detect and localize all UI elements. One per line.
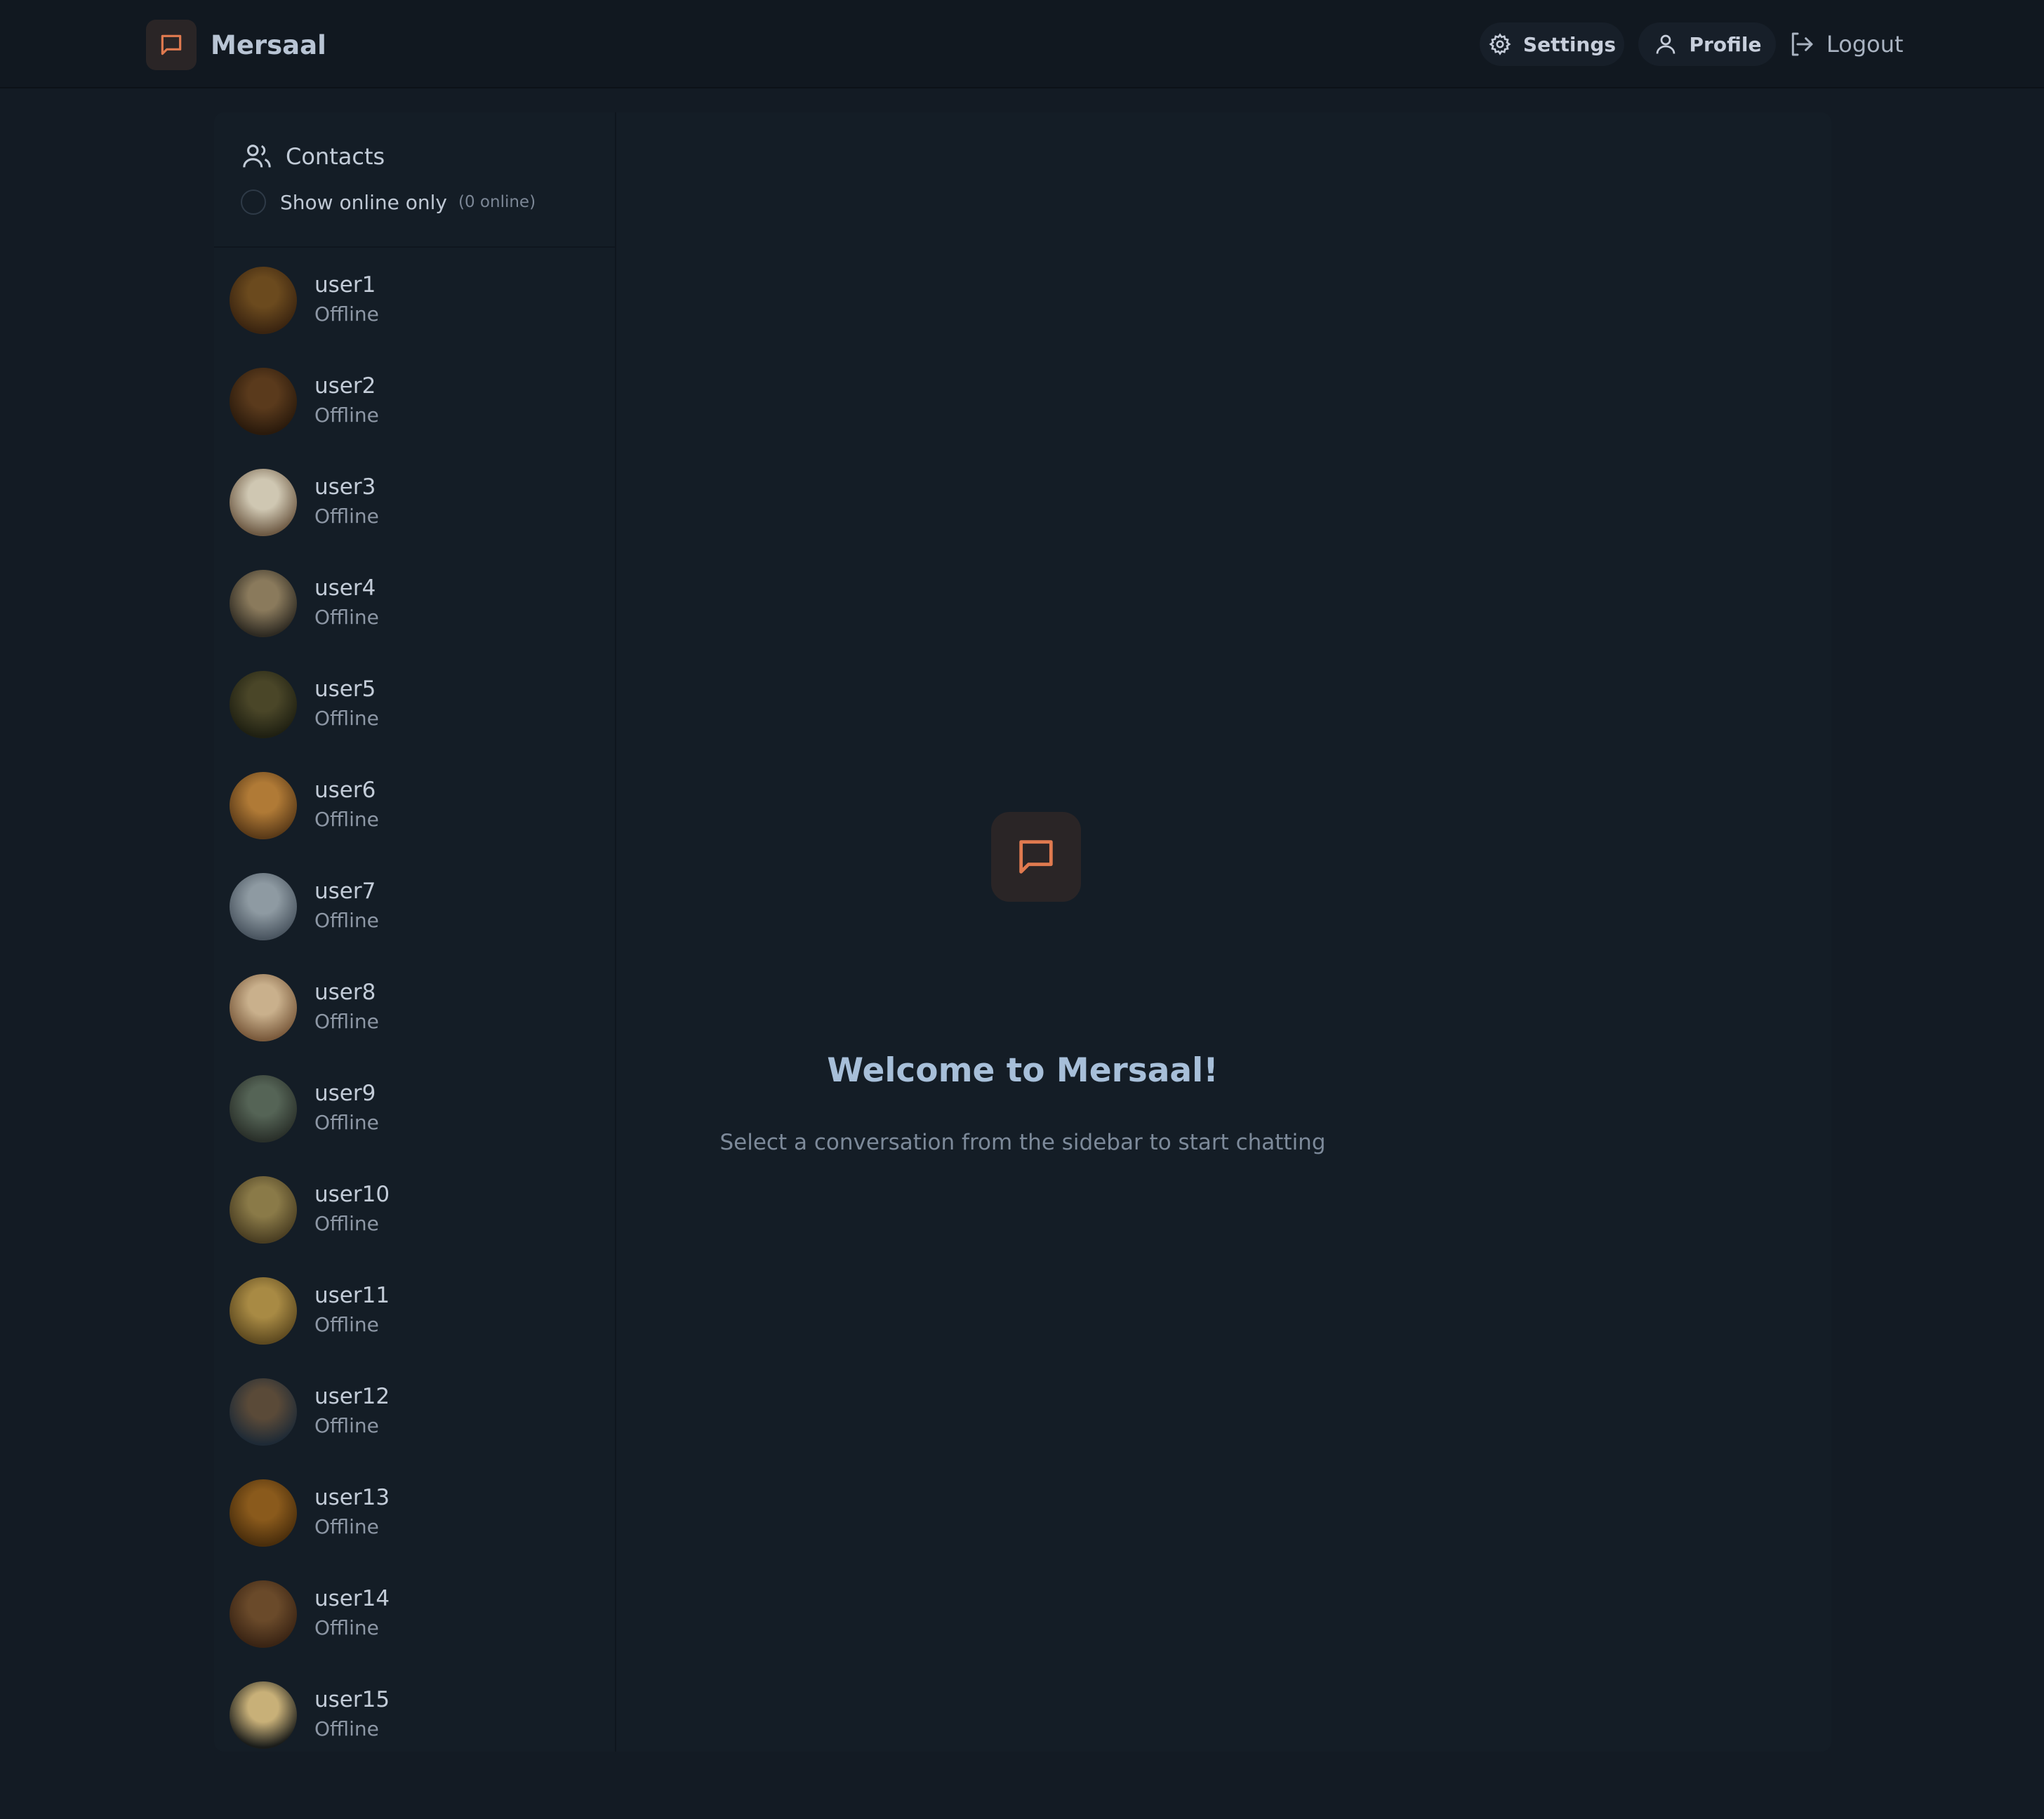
contact-name: user5: [314, 677, 376, 702]
top-navbar: Mersaal Settings Profile Logout: [0, 0, 2044, 88]
contact-status: Offline: [314, 808, 379, 831]
contact-name: user15: [314, 1687, 390, 1712]
contact-item[interactable]: user7 Offline: [214, 855, 615, 957]
contact-status: Offline: [314, 1313, 379, 1336]
contact-item[interactable]: user12 Offline: [214, 1361, 615, 1462]
contact-item[interactable]: user1 Offline: [214, 249, 615, 350]
settings-label: Settings: [1522, 32, 1617, 56]
contacts-heading: Contacts: [241, 140, 385, 173]
chat-bubble-icon: [991, 812, 1081, 902]
contact-name: user7: [314, 879, 376, 904]
contact-item[interactable]: user8 Offline: [214, 957, 615, 1058]
avatar: [230, 1176, 297, 1244]
contact-name: user8: [314, 980, 376, 1005]
avatar: [230, 469, 297, 536]
contact-item[interactable]: user3 Offline: [214, 451, 615, 552]
contact-status: Offline: [314, 1212, 379, 1235]
contact-item[interactable]: user13 Offline: [214, 1462, 615, 1563]
avatar: [230, 267, 297, 334]
avatar: [230, 772, 297, 839]
contact-name: user11: [314, 1283, 390, 1308]
online-only-checkbox[interactable]: [241, 189, 266, 215]
contact-item[interactable]: user2 Offline: [214, 350, 615, 451]
profile-button[interactable]: Profile: [1638, 22, 1776, 66]
contact-item[interactable]: user15 Offline: [214, 1664, 615, 1752]
avatar: [230, 368, 297, 435]
contact-status: Offline: [314, 606, 379, 629]
gear-icon: [1489, 33, 1511, 55]
contact-item[interactable]: user14 Offline: [214, 1563, 615, 1664]
contact-item[interactable]: user11 Offline: [214, 1260, 615, 1361]
contact-name: user10: [314, 1182, 390, 1207]
contact-status: Offline: [314, 302, 379, 326]
brand[interactable]: Mersaal: [146, 20, 326, 70]
avatar: [230, 974, 297, 1041]
logout-button[interactable]: Logout: [1787, 22, 1904, 66]
contact-status: Offline: [314, 1616, 379, 1639]
chat-bubble-icon: [146, 20, 197, 70]
online-count: (0 online): [458, 193, 536, 211]
contact-item[interactable]: user10 Offline: [214, 1159, 615, 1260]
user-icon: [1656, 34, 1675, 54]
contact-status: Offline: [314, 1515, 379, 1538]
contact-status: Offline: [314, 1717, 379, 1740]
contacts-title: Contacts: [286, 143, 385, 170]
sidebar: Contacts Show online only (0 online) use…: [214, 112, 616, 1752]
contact-name: user1: [314, 272, 376, 298]
contact-item[interactable]: user5 Offline: [214, 653, 615, 754]
avatar: [230, 1479, 297, 1547]
chat-container: Contacts Show online only (0 online) use…: [214, 112, 1831, 1752]
contact-status: Offline: [314, 909, 379, 932]
contact-name: user2: [314, 373, 376, 399]
contact-name: user4: [314, 575, 376, 601]
welcome-title: Welcome to Mersaal!: [827, 1051, 1219, 1090]
welcome-subtitle: Select a conversation from the sidebar t…: [719, 1130, 1326, 1155]
logout-icon: [1791, 32, 1813, 56]
contact-name: user14: [314, 1586, 390, 1611]
users-icon: [243, 145, 271, 168]
online-only-label: Show online only: [280, 190, 447, 214]
avatar: [230, 1580, 297, 1648]
profile-label: Profile: [1689, 32, 1762, 56]
avatar: [230, 570, 297, 637]
sidebar-header: Contacts Show online only (0 online): [214, 112, 615, 248]
welcome-panel: [616, 112, 1831, 1752]
settings-button[interactable]: Settings: [1480, 22, 1624, 66]
contact-name: user13: [314, 1485, 390, 1510]
contact-status: Offline: [314, 1010, 379, 1033]
contact-name: user12: [314, 1384, 390, 1409]
contact-status: Offline: [314, 404, 379, 427]
avatar: [230, 873, 297, 940]
logout-label: Logout: [1826, 31, 1904, 58]
avatar: [230, 671, 297, 738]
contact-status: Offline: [314, 505, 379, 528]
avatar: [230, 1378, 297, 1446]
contact-status: Offline: [314, 1414, 379, 1437]
contact-list[interactable]: user1 Offline user2 Offline user3 Offline user…: [214, 249, 615, 1752]
online-only-toggle[interactable]: Show online only (0 online): [241, 189, 536, 215]
contact-item[interactable]: user6 Offline: [214, 754, 615, 855]
brand-name: Mersaal: [211, 29, 326, 60]
avatar: [230, 1681, 297, 1749]
contact-status: Offline: [314, 707, 379, 730]
contact-name: user6: [314, 778, 376, 803]
contact-item[interactable]: user4 Offline: [214, 552, 615, 653]
contact-name: user3: [314, 474, 376, 500]
avatar: [230, 1277, 297, 1345]
